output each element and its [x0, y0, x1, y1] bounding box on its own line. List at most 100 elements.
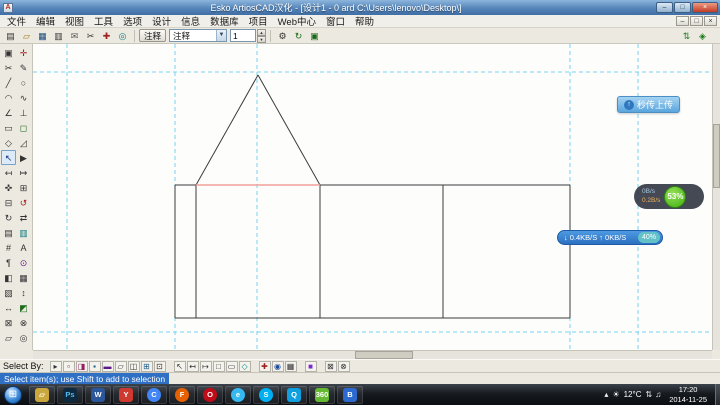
clock[interactable]: 17:20 2014-11-25 — [669, 385, 707, 404]
scale-stepper[interactable]: ▲▼ — [257, 29, 266, 42]
toolbar-icon[interactable]: ▦ — [35, 29, 50, 42]
memory-percent-badge[interactable]: 53% — [664, 186, 686, 208]
palette-tool-icon[interactable]: A — [16, 240, 31, 255]
maximize-button[interactable]: □ — [674, 2, 691, 13]
show-desktop-button[interactable] — [715, 384, 720, 405]
toolbar-icon[interactable]: ▥ — [51, 29, 66, 42]
selectby-icon[interactable]: ⊗ — [338, 361, 350, 372]
taskbar-app-qq[interactable]: Q — [281, 386, 307, 404]
palette-tool-icon[interactable]: ◩ — [16, 300, 31, 315]
taskbar-app-app-red[interactable]: Y — [113, 386, 139, 404]
selectby-icon[interactable]: ↤ — [187, 361, 199, 372]
menu-信息[interactable]: 信息 — [176, 14, 205, 28]
toolbar-icon[interactable]: ◎ — [115, 29, 130, 42]
selectby-icon[interactable]: ◨ — [76, 361, 88, 372]
taskbar-app-ie[interactable]: e — [225, 386, 251, 404]
close-button[interactable]: × — [692, 2, 718, 13]
palette-tool-icon[interactable]: ◎ — [16, 330, 31, 345]
palette-tool-icon[interactable]: ∠ — [1, 105, 16, 120]
palette-tool-icon[interactable]: ▥ — [16, 225, 31, 240]
palette-tool-icon[interactable]: ⊟ — [1, 195, 16, 210]
tray-expand-icon[interactable]: ▴ — [604, 390, 608, 399]
network-speed-bar[interactable]: ↓ 0.4KB/S ↑ 0KB/S 40% — [557, 230, 663, 245]
palette-tool-icon[interactable]: ↔ — [1, 300, 16, 315]
taskbar-app-chrome[interactable]: C — [141, 386, 167, 404]
palette-tool-icon[interactable]: ⇄ — [16, 210, 31, 225]
palette-tool-icon[interactable]: ∿ — [16, 90, 31, 105]
horizontal-scrollbar[interactable] — [33, 350, 712, 359]
selectby-icon[interactable]: ▱ — [115, 361, 127, 372]
palette-tool-icon[interactable]: ✂ — [1, 60, 16, 75]
palette-tool-icon[interactable]: ◠ — [1, 90, 16, 105]
tray-icon[interactable]: ⇅ — [645, 390, 652, 399]
taskbar-app-opera[interactable]: O — [197, 386, 223, 404]
taskbar-app-netdisk[interactable]: B — [337, 386, 363, 404]
taskbar-app-firefox[interactable]: F — [169, 386, 195, 404]
cloud-upload-button[interactable]: ↑ 秒传上传 — [617, 96, 680, 113]
selectby-icon[interactable]: ◇ — [239, 361, 251, 372]
selectby-icon[interactable]: ↦ — [200, 361, 212, 372]
mdi-restore-button[interactable]: □ — [690, 16, 703, 26]
menu-工具[interactable]: 工具 — [89, 14, 118, 28]
minimize-button[interactable]: – — [656, 2, 673, 13]
palette-tool-icon[interactable]: ⊞ — [16, 180, 31, 195]
menu-Web中心[interactable]: Web中心 — [273, 14, 321, 28]
selectby-icon[interactable]: ▦ — [285, 361, 297, 372]
annotation-combo[interactable]: 注释 ▼ — [169, 29, 227, 42]
weather-temp[interactable]: 12°C — [624, 390, 642, 399]
palette-tool-icon[interactable]: ▭ — [1, 120, 16, 135]
palette-tool-icon[interactable]: ▦ — [16, 270, 31, 285]
toolbar-icon[interactable]: ✂ — [83, 29, 98, 42]
mdi-close-button[interactable]: × — [704, 16, 717, 26]
palette-tool-icon[interactable]: ↖ — [1, 150, 16, 165]
selectby-icon[interactable]: ■ — [305, 361, 317, 372]
palette-tool-icon[interactable]: ✎ — [16, 60, 31, 75]
vertical-scrollbar[interactable] — [712, 44, 720, 350]
taskbar-app-explorer[interactable]: ▱ — [29, 386, 55, 404]
toolbar-icon[interactable]: ↻ — [291, 29, 306, 42]
mdi-minimize-button[interactable]: – — [676, 16, 689, 26]
palette-tool-icon[interactable]: ◧ — [1, 270, 16, 285]
scale-input[interactable] — [230, 29, 256, 42]
selectby-icon[interactable]: ◫ — [128, 361, 140, 372]
selectby-icon[interactable]: ✚ — [259, 361, 271, 372]
toolbar-icon[interactable]: ◈ — [695, 29, 710, 42]
palette-tool-icon[interactable]: ✛ — [16, 45, 31, 60]
palette-tool-icon[interactable]: ◇ — [1, 135, 16, 150]
palette-tool-icon[interactable]: ▶ — [16, 150, 31, 165]
menu-数据库[interactable]: 数据库 — [205, 14, 244, 28]
menu-设计[interactable]: 设计 — [147, 14, 176, 28]
palette-tool-icon[interactable]: ▧ — [1, 285, 16, 300]
selectby-icon[interactable]: ▸ — [50, 361, 62, 372]
palette-tool-icon[interactable]: ▱ — [1, 330, 16, 345]
toolbar-icon[interactable]: ✉ — [67, 29, 82, 42]
palette-tool-icon[interactable]: ○ — [16, 75, 31, 90]
selectby-icon[interactable]: ▬ — [102, 361, 114, 372]
menu-文件[interactable]: 文件 — [2, 14, 31, 28]
selectby-icon[interactable]: ▭ — [226, 361, 238, 372]
palette-tool-icon[interactable]: ▤ — [1, 225, 16, 240]
taskbar-app-360[interactable]: 360 — [309, 386, 335, 404]
menu-视图[interactable]: 视图 — [60, 14, 89, 28]
palette-tool-icon[interactable]: ↻ — [1, 210, 16, 225]
taskbar-app-photoshop[interactable]: Ps — [57, 386, 83, 404]
palette-tool-icon[interactable]: ⊠ — [1, 315, 16, 330]
palette-tool-icon[interactable]: ⊗ — [16, 315, 31, 330]
palette-tool-icon[interactable]: ◿ — [16, 135, 31, 150]
palette-tool-icon[interactable]: ↤ — [1, 165, 16, 180]
palette-tool-icon[interactable]: ¶ — [1, 255, 16, 270]
palette-tool-icon[interactable]: ⊙ — [16, 255, 31, 270]
menu-帮助[interactable]: 帮助 — [350, 14, 379, 28]
toolbar-icon[interactable]: ▤ — [3, 29, 18, 42]
palette-tool-icon[interactable]: ↺ — [16, 195, 31, 210]
palette-tool-icon[interactable]: ╱ — [1, 75, 16, 90]
drawing-canvas[interactable]: ↑ 秒传上传 0B/s 0.2B/s 53% ↓ 0.4KB/S ↑ 0KB/S… — [33, 44, 712, 350]
selectby-icon[interactable]: ↖ — [174, 361, 186, 372]
palette-tool-icon[interactable]: ↦ — [16, 165, 31, 180]
toolbar-icon[interactable]: ▱ — [19, 29, 34, 42]
selectby-icon[interactable]: ⊡ — [154, 361, 166, 372]
palette-tool-icon[interactable]: # — [1, 240, 16, 255]
horizontal-scroll-thumb[interactable] — [355, 351, 413, 359]
selectby-icon[interactable]: ▫ — [63, 361, 75, 372]
toolbar-icon[interactable]: ⇅ — [679, 29, 694, 42]
